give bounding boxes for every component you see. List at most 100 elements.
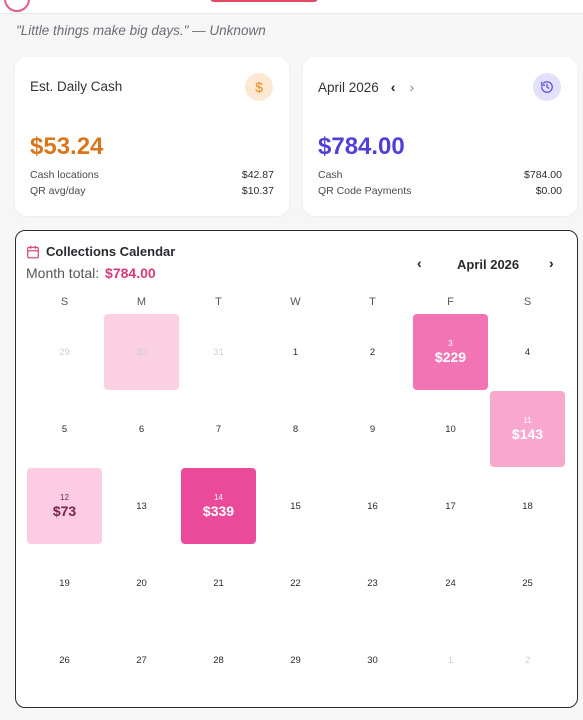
- calendar-month-label: April 2026: [457, 257, 520, 272]
- day-number: 26: [59, 654, 70, 666]
- day-number: 15: [290, 500, 301, 512]
- day-number: 30: [367, 654, 378, 666]
- calendar-day[interactable]: 14 $339: [181, 468, 256, 544]
- calendar-day[interactable]: 24: [413, 545, 488, 621]
- calendar-day[interactable]: 28: [181, 622, 256, 698]
- day-number: 17: [445, 500, 456, 512]
- calendar-day[interactable]: 1: [413, 622, 488, 698]
- calendar-day[interactable]: 1: [258, 314, 333, 390]
- calendar-day[interactable]: 23: [335, 545, 410, 621]
- day-number: 21: [213, 577, 224, 589]
- day-number: 29: [59, 346, 70, 358]
- calendar-day[interactable]: 6: [104, 391, 179, 467]
- day-number: 25: [522, 577, 533, 589]
- day-number: 14: [214, 493, 223, 502]
- history-icon[interactable]: [533, 73, 561, 101]
- day-number: 19: [59, 577, 70, 589]
- day-number: 24: [445, 577, 456, 589]
- day-number: 1: [292, 346, 299, 358]
- weekday-label: S: [60, 296, 69, 308]
- calendar-day[interactable]: 31: [181, 314, 256, 390]
- next-month-button[interactable]: ›: [409, 79, 414, 95]
- calendar-title: Collections Calendar: [26, 244, 175, 259]
- calendar-day[interactable]: 17: [413, 468, 488, 544]
- card-title: Est. Daily Cash: [30, 79, 123, 94]
- calendar-icon: [27, 245, 39, 258]
- calendar-day[interactable]: 4: [490, 314, 565, 390]
- prev-month-button[interactable]: ‹: [391, 79, 396, 95]
- calendar-day[interactable]: 15: [258, 468, 333, 544]
- daily-cash-card: Est. Daily Cash $ $53.24 Cash locations …: [15, 57, 289, 216]
- collections-calendar: Collections Calendar Month total: $784.0…: [15, 230, 578, 708]
- month-header: April 2026 ‹ ›: [318, 79, 414, 95]
- stat-value: $10.37: [241, 185, 274, 197]
- day-amount: $143: [511, 426, 544, 442]
- day-number: 28: [213, 654, 224, 666]
- day-number: 18: [522, 500, 533, 512]
- day-number: 3: [448, 339, 453, 348]
- calendar-next-button[interactable]: ›: [549, 255, 554, 271]
- day-number: 10: [445, 423, 456, 435]
- day-amount: $229: [434, 349, 467, 365]
- day-number: 27: [136, 654, 147, 666]
- stat-value: $42.87: [241, 169, 274, 181]
- calendar-day[interactable]: 30: [335, 622, 410, 698]
- calendar-day[interactable]: 27: [104, 622, 179, 698]
- weekday-label: S: [523, 296, 532, 308]
- calendar-day[interactable]: 29: [27, 314, 102, 390]
- calendar-day[interactable]: 8: [258, 391, 333, 467]
- day-number: 2: [524, 654, 531, 666]
- day-number: 16: [367, 500, 378, 512]
- calendar-day[interactable]: 29: [258, 622, 333, 698]
- month-total-label: Month total:: [26, 265, 100, 281]
- calendar-day[interactable]: 9: [335, 391, 410, 467]
- calendar-day[interactable]: 26: [27, 622, 102, 698]
- month-total: Month total: $784.00: [26, 265, 156, 281]
- stat-row: Cash locations $42.87: [30, 169, 274, 181]
- calendar-day[interactable]: 2: [335, 314, 410, 390]
- day-number: 5: [61, 423, 68, 435]
- day-number: 4: [524, 346, 531, 358]
- calendar-day[interactable]: 7: [181, 391, 256, 467]
- stat-label: Cash: [318, 169, 343, 181]
- calendar-day[interactable]: 13: [104, 468, 179, 544]
- top-bar: [0, 0, 583, 14]
- month-title: April 2026: [318, 79, 379, 95]
- calendar-day[interactable]: 12 $73: [27, 468, 102, 544]
- calendar-prev-button[interactable]: ‹: [417, 255, 422, 271]
- stat-value: $784.00: [524, 169, 562, 181]
- day-number: 9: [369, 423, 376, 435]
- logo-icon: [4, 0, 30, 12]
- stat-row: QR Code Payments $0.00: [318, 185, 562, 197]
- calendar-day[interactable]: 30: [104, 314, 179, 390]
- calendar-day[interactable]: 5: [27, 391, 102, 467]
- calendar-day[interactable]: 21: [181, 545, 256, 621]
- top-tab-button[interactable]: [210, 0, 318, 2]
- day-number: 6: [138, 423, 145, 435]
- weekday-label: W: [290, 296, 301, 308]
- calendar-day[interactable]: 11 $143: [490, 391, 565, 467]
- calendar-day[interactable]: 18: [490, 468, 565, 544]
- calendar-day[interactable]: 25: [490, 545, 565, 621]
- day-number: 8: [292, 423, 299, 435]
- weekday-label: T: [369, 296, 376, 308]
- calendar-day[interactable]: 10: [413, 391, 488, 467]
- calendar-day[interactable]: 20: [104, 545, 179, 621]
- weekday-label: M: [136, 296, 147, 308]
- quote-text: "Little things make big days." — Unknown: [16, 23, 266, 38]
- calendar-day[interactable]: 19: [27, 545, 102, 621]
- dollar-icon: $: [245, 73, 273, 101]
- calendar-day[interactable]: 3 $229: [413, 314, 488, 390]
- calendar-day[interactable]: 2: [490, 622, 565, 698]
- day-number: 7: [215, 423, 222, 435]
- stat-label: Cash locations: [30, 169, 99, 181]
- calendar-title-text: Collections Calendar: [46, 244, 176, 259]
- day-number: 12: [60, 493, 69, 502]
- calendar-day[interactable]: 22: [258, 545, 333, 621]
- daily-cash-amount: $53.24: [30, 133, 104, 160]
- day-number: 1: [447, 654, 454, 666]
- stat-label: QR avg/day: [30, 185, 86, 197]
- calendar-day[interactable]: 16: [335, 468, 410, 544]
- weekday-label: F: [447, 296, 454, 308]
- day-number: 31: [213, 346, 224, 358]
